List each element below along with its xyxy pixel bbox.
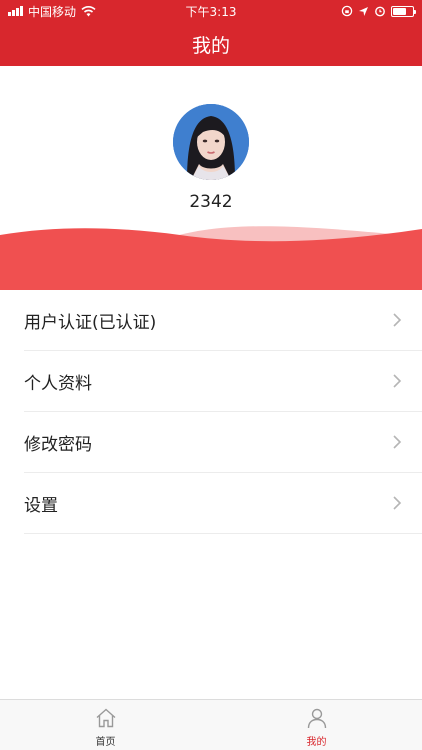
- tab-label: 首页: [95, 737, 116, 748]
- menu-item-change-password[interactable]: 修改密码: [24, 412, 422, 473]
- menu-item-profile-info[interactable]: 个人资料: [24, 351, 422, 412]
- lock-rotation-icon: [341, 5, 353, 17]
- menu-item-settings[interactable]: 设置: [24, 473, 422, 534]
- tab-mine[interactable]: 我的: [211, 700, 422, 750]
- page-title: 我的: [191, 34, 230, 57]
- avatar[interactable]: [173, 104, 249, 180]
- signal-icon: [8, 6, 23, 16]
- nav-bar: 我的: [0, 22, 422, 66]
- chevron-right-icon: [393, 435, 402, 449]
- menu-item-user-verification[interactable]: 用户认证(已认证): [24, 290, 422, 351]
- chevron-right-icon: [393, 313, 402, 327]
- avatar-portrait-icon: [173, 104, 249, 180]
- home-icon: [96, 708, 115, 728]
- person-icon: [307, 708, 326, 729]
- location-icon: [359, 6, 368, 16]
- tab-home[interactable]: 首页: [0, 700, 211, 750]
- menu-item-label: 修改密码: [24, 434, 92, 455]
- menu-item-label: 用户认证(已认证): [24, 312, 157, 333]
- tab-label: 我的: [306, 737, 327, 748]
- chevron-right-icon: [393, 374, 402, 388]
- status-left: 中国移动: [8, 3, 96, 20]
- username: 2342: [189, 192, 233, 212]
- status-right: [341, 5, 416, 17]
- menu-item-label: 个人资料: [24, 373, 92, 394]
- chevron-right-icon: [393, 496, 402, 510]
- wave-decoration: [0, 226, 422, 290]
- status-bar: 中国移动 下午3:13: [0, 0, 422, 22]
- profile-header: 2342: [0, 66, 422, 290]
- menu-list: 用户认证(已认证) 个人资料 修改密码 设置: [0, 290, 422, 534]
- menu-item-label: 设置: [24, 495, 58, 516]
- battery-icon: [391, 5, 416, 17]
- alarm-icon: [375, 6, 385, 17]
- tab-bar: 首页 我的: [0, 699, 422, 750]
- carrier-label: 中国移动: [28, 4, 77, 19]
- wifi-icon: [81, 5, 96, 16]
